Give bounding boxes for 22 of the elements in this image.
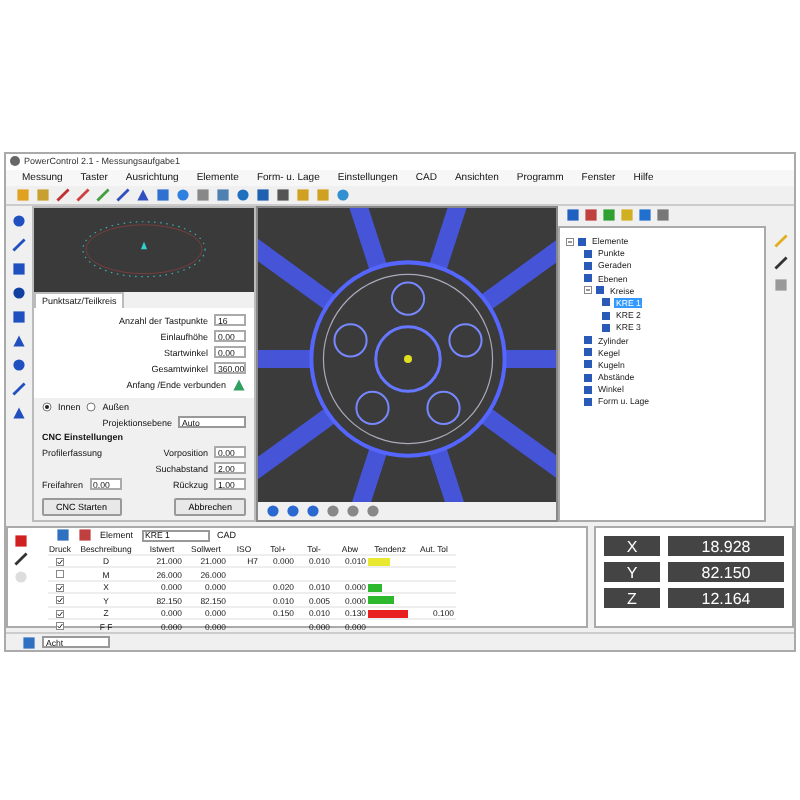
radio-button[interactable] xyxy=(86,402,97,413)
checkbox[interactable] xyxy=(56,609,64,618)
checkbox[interactable] xyxy=(56,596,64,605)
sphere-icon[interactable] xyxy=(12,358,26,373)
axis-value: 82.150 xyxy=(668,562,784,583)
circle-icon[interactable] xyxy=(12,286,26,301)
checkbox[interactable] xyxy=(56,557,64,566)
line-icon[interactable] xyxy=(12,238,26,253)
axis-label: Y xyxy=(604,562,660,583)
axis-label: Z xyxy=(604,588,660,609)
point-icon[interactable] xyxy=(12,214,26,229)
app-icon xyxy=(10,156,20,167)
radio-button[interactable] xyxy=(42,402,52,413)
axis-label: X xyxy=(604,536,660,557)
expander-icon[interactable] xyxy=(566,237,574,246)
expander-icon[interactable] xyxy=(584,286,592,295)
checkbox[interactable] xyxy=(56,622,64,631)
axis-value: 12.164 xyxy=(668,588,784,609)
checkbox[interactable] xyxy=(56,583,64,592)
checkbox[interactable] xyxy=(56,570,64,579)
axis-value: 18.928 xyxy=(668,536,784,557)
cone-icon[interactable] xyxy=(12,334,26,349)
